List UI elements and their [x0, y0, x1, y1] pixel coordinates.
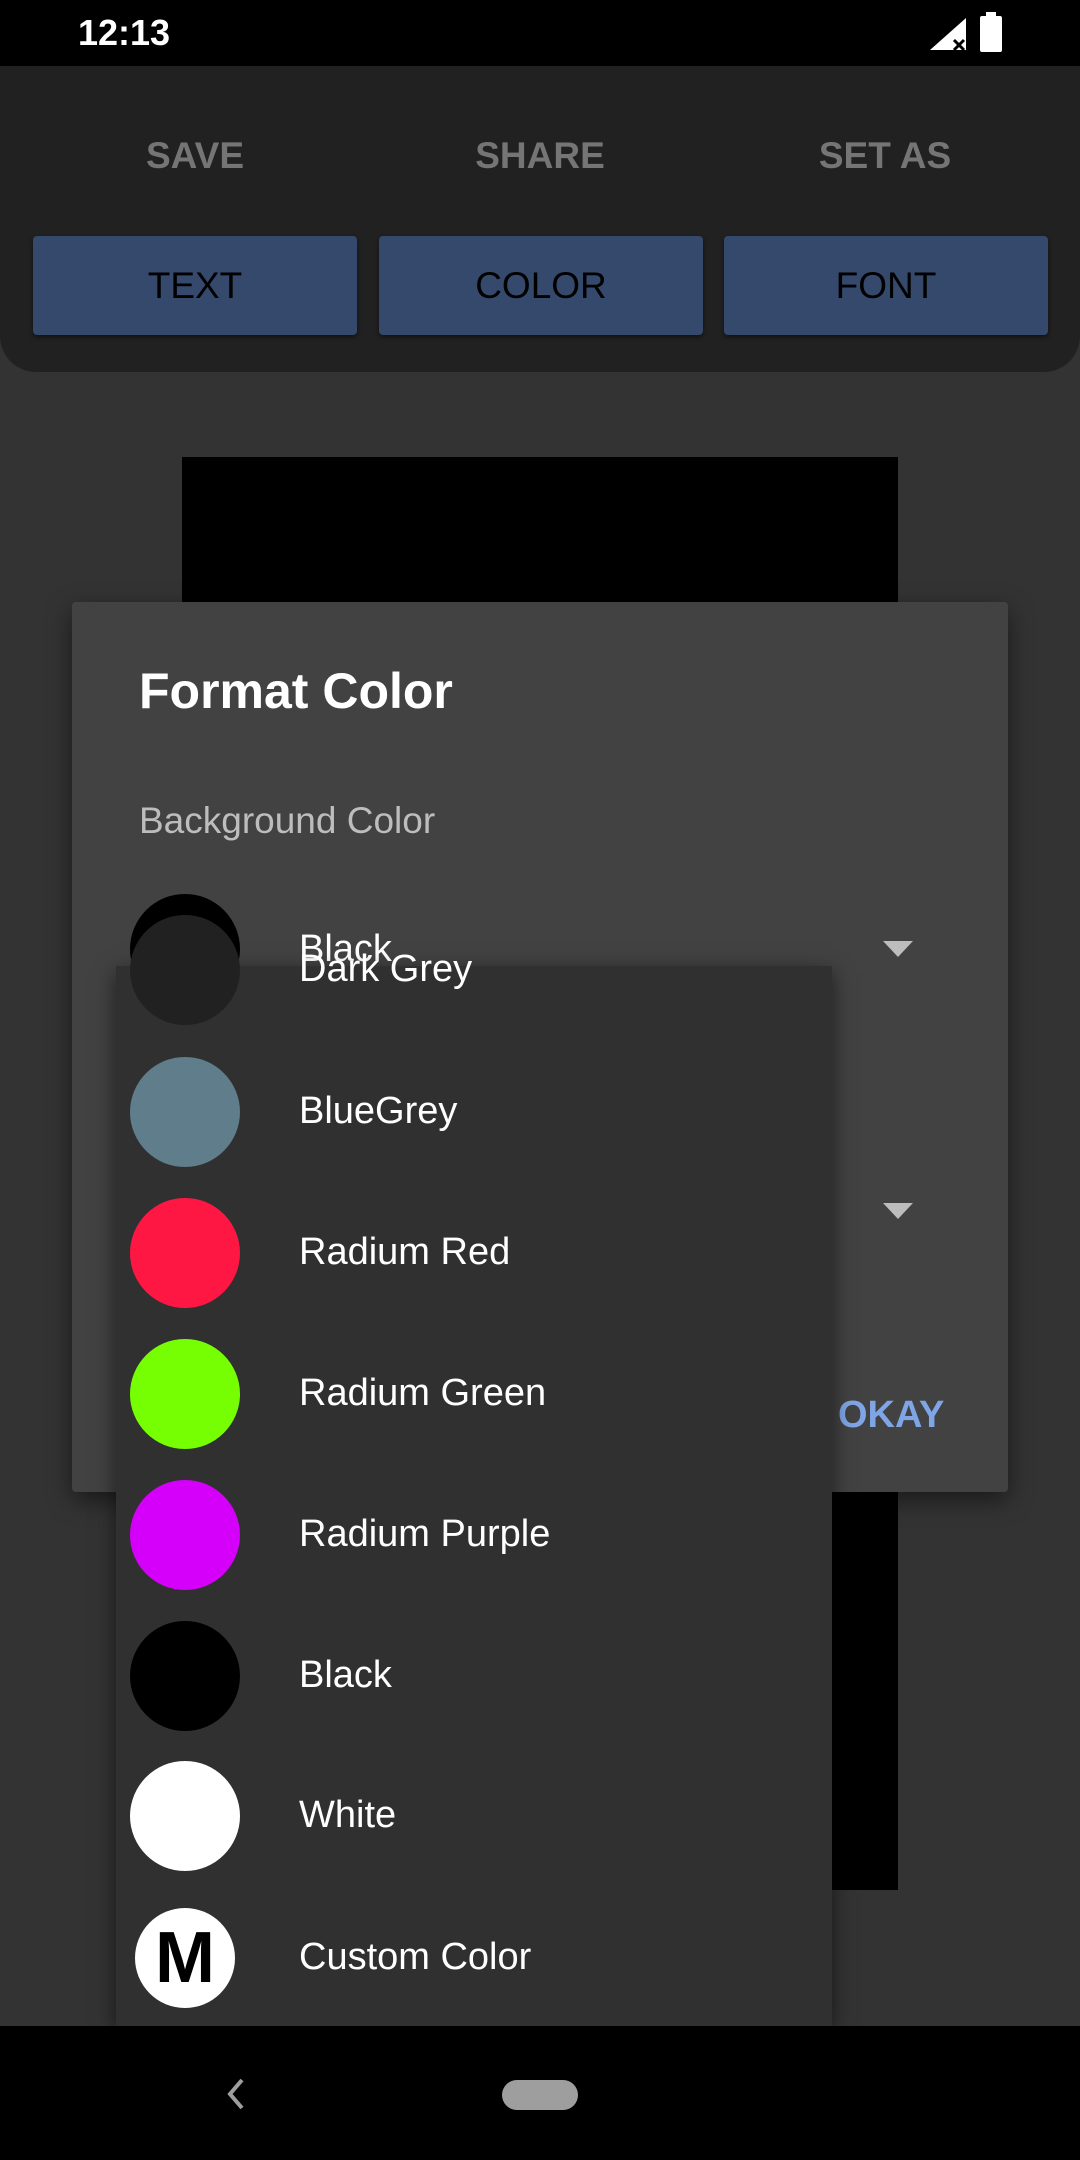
dropdown-item[interactable]: Radium Purple [116, 1465, 832, 1605]
color-swatch [130, 1480, 240, 1590]
dropdown-item-label: Dark Grey [299, 948, 473, 990]
text-button[interactable]: TEXT [33, 236, 357, 335]
dropdown-item[interactable]: Dark Grey [116, 900, 832, 1040]
dropdown-item-label: Radium Red [299, 1231, 511, 1273]
color-button[interactable]: COLOR [379, 236, 703, 335]
dropdown-item[interactable]: Black [116, 1606, 832, 1746]
dropdown-item[interactable]: BlueGrey [116, 1042, 832, 1182]
share-button[interactable]: SHARE [360, 135, 720, 177]
dropdown-item-label: White [299, 1794, 397, 1836]
dropdown-item[interactable]: M Custom Color [116, 1888, 832, 2028]
font-button[interactable]: FONT [724, 236, 1048, 335]
set-as-button[interactable]: SET AS [705, 135, 1065, 177]
dropdown-item-label: Radium Purple [299, 1513, 551, 1555]
dropdown-item-label: Black [299, 1654, 392, 1696]
battery-icon [980, 12, 1002, 52]
color-swatch [130, 1621, 240, 1731]
dropdown-arrow-icon [883, 941, 913, 957]
signal-no-data-icon [930, 18, 966, 52]
color-swatch [130, 1198, 240, 1308]
color-swatch [130, 1761, 240, 1871]
back-icon[interactable] [224, 2076, 246, 2112]
dropdown-item-label: Custom Color [299, 1936, 532, 1978]
status-bar: 12:13 [0, 0, 1080, 66]
home-pill-icon[interactable] [502, 2080, 578, 2110]
dialog-title: Format Color [139, 663, 453, 719]
custom-color-icon: M [135, 1908, 235, 2008]
dropdown-item-label: Radium Green [299, 1372, 547, 1414]
color-swatch [130, 915, 240, 1025]
save-button[interactable]: SAVE [15, 135, 375, 177]
status-time: 12:13 [78, 12, 171, 53]
dropdown-item[interactable]: Radium Green [116, 1324, 832, 1464]
color-swatch [130, 1057, 240, 1167]
dropdown-item-label: BlueGrey [299, 1090, 458, 1132]
dropdown-item[interactable]: White [116, 1746, 832, 1886]
color-swatch [130, 1339, 240, 1449]
navigation-bar [0, 2026, 1080, 2160]
background-color-label: Background Color [139, 800, 436, 841]
dropdown-arrow-icon[interactable] [883, 1203, 913, 1219]
okay-button[interactable]: OKAY [838, 1394, 944, 1437]
dropdown-item[interactable]: Radium Red [116, 1183, 832, 1323]
